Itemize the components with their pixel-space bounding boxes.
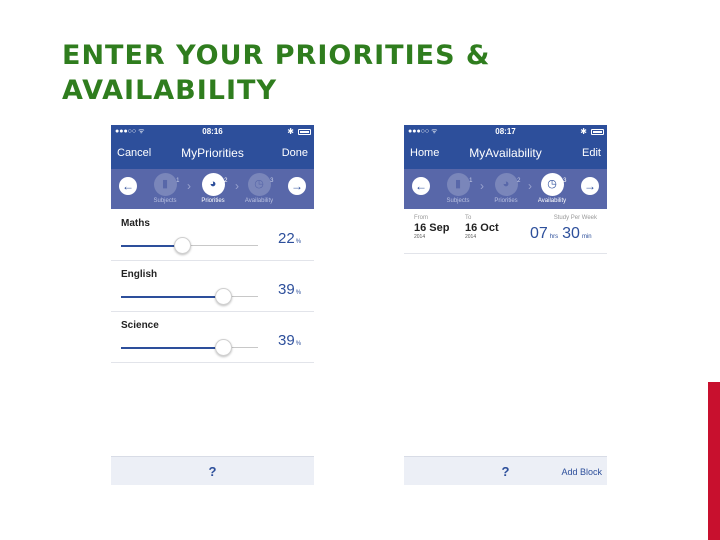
clock-icon: ◷ 3	[540, 173, 567, 196]
priority-slider[interactable]	[121, 339, 258, 356]
forward-arrow-icon[interactable]: →	[581, 177, 599, 195]
battery-icon	[591, 129, 604, 135]
step-label: Priorities	[201, 198, 225, 204]
add-block-button[interactable]: Add Block	[561, 467, 602, 477]
step-priorities[interactable]: ◕ 2 Priorities	[188, 173, 238, 204]
step-bar: ← ▮ 1 Subjects › ◕ 2 Priorities › ◷ 3 Avail…	[111, 169, 314, 209]
slider-fill	[121, 296, 223, 298]
priority-percent: 39%	[278, 281, 302, 298]
bluetooth-icon: ✱	[580, 127, 587, 136]
bluetooth-icon: ✱	[287, 127, 294, 136]
availability-row[interactable]: From 16 Sep 2014 To 16 Oct 2014 Study Pe…	[404, 211, 607, 254]
edit-button[interactable]: Edit	[582, 147, 601, 159]
availability-screenshot: ●●●○○ ᯤ 08:17 ✱ Home MyAvailability Edit…	[404, 125, 607, 485]
clock-icon: ◷ 3	[247, 173, 274, 196]
step-priorities[interactable]: ◕ 2 Priorities	[481, 173, 531, 204]
priority-percent: 22%	[278, 230, 302, 247]
pie-chart-icon: ◕ 2	[201, 173, 228, 196]
step-subjects[interactable]: ▮ 1 Subjects	[433, 173, 483, 204]
nav-bar: Home MyAvailability Edit	[404, 139, 607, 169]
pie-chart-icon: ◕ 2	[494, 173, 521, 196]
step-subjects[interactable]: ▮ 1 Subjects	[140, 173, 190, 204]
nav-bar: Cancel MyPriorities Done	[111, 139, 314, 169]
subject-name: Maths	[121, 218, 150, 229]
step-availability[interactable]: ◷ 3 Availability	[527, 173, 577, 204]
nav-title: MyAvailability	[469, 146, 542, 160]
slide-title: ENTER YOUR PRIORITIES & AVAILABILITY	[62, 40, 491, 106]
battery-icon	[298, 129, 311, 135]
priorities-screenshot: ●●●○○ ᯤ 08:16 ✱ Cancel MyPriorities Done…	[111, 125, 314, 485]
bar-chart-icon: ▮ 1	[446, 173, 473, 196]
study-per-week-label: Study Per Week	[553, 215, 597, 221]
back-arrow-icon[interactable]: ←	[119, 177, 137, 195]
subject-name: Science	[121, 320, 159, 331]
subject-row-maths: Maths 22%	[111, 211, 314, 261]
step-label: Availability	[537, 198, 567, 204]
priority-percent: 39%	[278, 332, 302, 349]
step-label: Subjects	[153, 198, 177, 204]
priority-slider[interactable]	[121, 288, 258, 305]
bottom-toolbar: ?	[111, 456, 314, 485]
bar-chart-icon: ▮ 1	[153, 173, 180, 196]
subject-name: English	[121, 269, 158, 280]
bottom-toolbar: ? Add Block	[404, 456, 607, 485]
subject-row-science: Science 39%	[111, 313, 314, 363]
step-label: Subjects	[446, 198, 470, 204]
red-accent-bar	[708, 382, 720, 540]
status-time: 08:17	[495, 127, 516, 136]
done-button[interactable]: Done	[282, 147, 308, 159]
step-label: Availability	[244, 198, 274, 204]
forward-arrow-icon[interactable]: →	[288, 177, 306, 195]
step-bar: ← ▮ 1 Subjects › ◕ 2 Priorities › ◷ 3 Avail…	[404, 169, 607, 209]
priority-slider[interactable]	[121, 237, 258, 254]
status-bar: ●●●○○ ᯤ 08:17 ✱	[404, 125, 607, 139]
status-bar: ●●●○○ ᯤ 08:16 ✱	[111, 125, 314, 139]
back-arrow-icon[interactable]: ←	[412, 177, 430, 195]
subject-row-english: English 39%	[111, 262, 314, 312]
step-label: Priorities	[494, 198, 518, 204]
step-availability[interactable]: ◷ 3 Availability	[234, 173, 284, 204]
slider-thumb[interactable]	[215, 339, 232, 356]
from-date[interactable]: From 16 Sep 2014	[414, 215, 449, 240]
to-date[interactable]: To 16 Oct 2014	[465, 215, 499, 240]
slider-fill	[121, 347, 223, 349]
status-time: 08:16	[202, 127, 223, 136]
slider-fill	[121, 245, 182, 247]
slider-thumb[interactable]	[174, 237, 191, 254]
study-per-week-value[interactable]: 07 hrs 30 min	[530, 225, 596, 243]
help-button[interactable]: ?	[111, 464, 314, 479]
slider-thumb[interactable]	[215, 288, 232, 305]
